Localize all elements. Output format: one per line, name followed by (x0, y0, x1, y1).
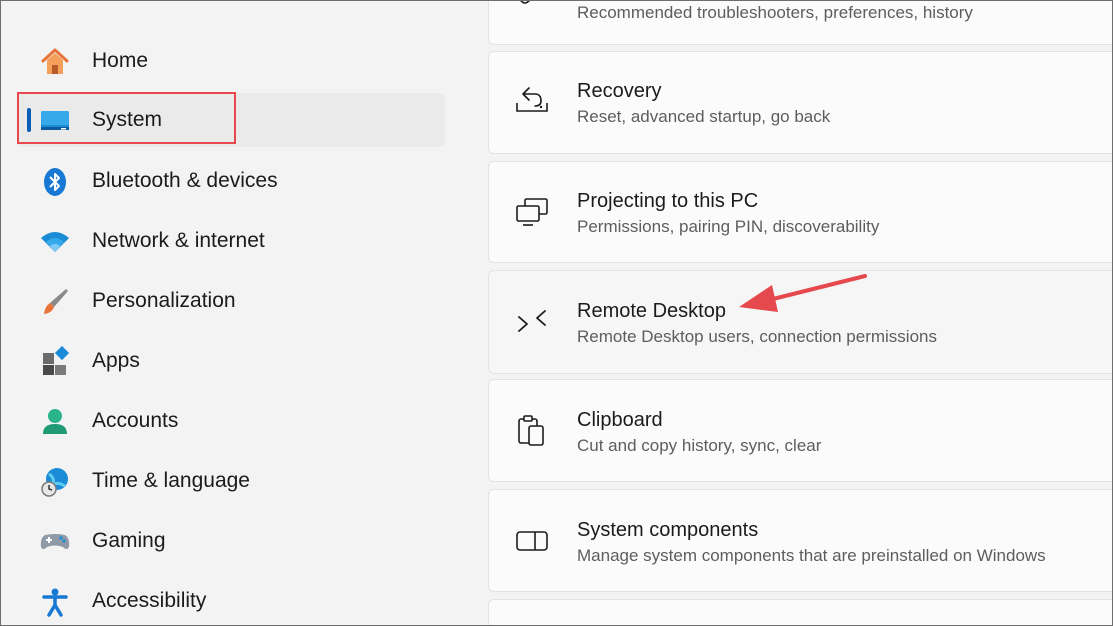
accessibility-icon (39, 586, 71, 618)
sidebar-item-label: Gaming (92, 529, 166, 552)
remote-desktop-icon (515, 307, 549, 341)
sidebar-item-personalization[interactable]: Personalization (17, 274, 445, 328)
sidebar-item-bluetooth[interactable]: Bluetooth & devices (17, 154, 445, 208)
bluetooth-icon (39, 166, 71, 198)
settings-card-system-components[interactable]: System components Manage system componen… (488, 489, 1112, 592)
card-subtitle: Reset, advanced startup, go back (577, 107, 831, 126)
card-title: Remote Desktop (577, 300, 726, 322)
recovery-icon (515, 84, 549, 118)
card-subtitle: Recommended troubleshooters, preferences… (577, 3, 973, 22)
sidebar-item-accessibility[interactable]: Accessibility (17, 574, 445, 625)
settings-card-troubleshoot[interactable]: Recommended troubleshooters, preferences… (488, 1, 1112, 45)
card-subtitle: Permissions, pairing PIN, discoverabilit… (577, 217, 880, 236)
card-title: Projecting to this PC (577, 190, 759, 212)
sidebar-item-label: Accounts (92, 409, 179, 432)
account-icon (39, 406, 71, 438)
globe-clock-icon (39, 466, 71, 498)
wrench-icon (515, 1, 549, 24)
sidebar-item-home[interactable]: Home (17, 34, 445, 88)
sidebar-item-label: Bluetooth & devices (92, 169, 278, 192)
sidebar-item-apps[interactable]: Apps (17, 334, 445, 388)
sidebar-item-gaming[interactable]: Gaming (17, 514, 445, 568)
card-title: System components (577, 519, 759, 541)
sidebar-item-label: Network & internet (92, 229, 265, 252)
apps-icon (39, 346, 71, 378)
brush-icon (39, 286, 71, 318)
settings-card-recovery[interactable]: Recovery Reset, advanced startup, go bac… (488, 51, 1112, 154)
gamepad-icon (39, 526, 71, 558)
card-title: Recovery (577, 80, 662, 102)
card-subtitle: Manage system components that are preins… (577, 546, 1046, 565)
settings-window: Home System Bluetooth & devices Network … (0, 0, 1113, 626)
settings-card-clipboard[interactable]: Clipboard Cut and copy history, sync, cl… (488, 379, 1112, 482)
card-subtitle: Remote Desktop users, connection permiss… (577, 327, 937, 346)
sidebar-item-network[interactable]: Network & internet (17, 214, 445, 268)
settings-card-remote-desktop[interactable]: Remote Desktop Remote Desktop users, con… (488, 270, 1112, 374)
sidebar-item-accounts[interactable]: Accounts (17, 394, 445, 448)
sidebar-item-label: Home (92, 49, 149, 72)
settings-card-projecting[interactable]: Projecting to this PC Permissions, pairi… (488, 161, 1112, 263)
card-title: Clipboard (577, 409, 663, 431)
home-icon (39, 46, 71, 78)
settings-card-partial[interactable] (488, 599, 1112, 625)
projecting-icon (515, 196, 549, 230)
wifi-icon (39, 226, 71, 258)
card-subtitle: Cut and copy history, sync, clear (577, 436, 822, 455)
sidebar-nav: Home System Bluetooth & devices Network … (1, 1, 471, 625)
sidebar-item-label: Accessibility (92, 589, 207, 612)
annotation-highlight-box (17, 92, 236, 144)
sidebar-item-label: Personalization (92, 289, 236, 312)
sidebar-item-label: Apps (92, 349, 140, 372)
system-components-icon (515, 526, 549, 560)
clipboard-icon (515, 414, 549, 448)
sidebar-item-label: Time & language (92, 469, 250, 492)
sidebar-item-time-language[interactable]: Time & language (17, 454, 445, 508)
